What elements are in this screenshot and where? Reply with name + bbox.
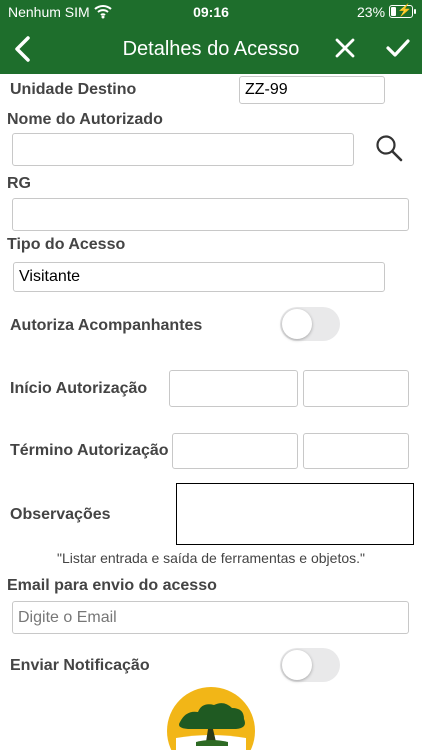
battery-icon: ⚡ bbox=[389, 3, 413, 18]
termino-time-input[interactable] bbox=[303, 433, 409, 469]
autoriza-acompanhantes-label: Autoriza Acompanhantes bbox=[10, 317, 203, 334]
rg-input[interactable] bbox=[12, 198, 409, 231]
tipo-acesso-select[interactable]: Visitante bbox=[13, 262, 385, 292]
unidade-destino-field[interactable]: ZZ-99 bbox=[239, 76, 385, 104]
observacoes-label: Observações bbox=[10, 506, 111, 523]
search-icon[interactable] bbox=[374, 133, 404, 163]
inicio-time-input[interactable] bbox=[303, 370, 409, 407]
nome-autorizado-input[interactable] bbox=[12, 133, 354, 166]
navigation-bar: Detalhes do Acesso bbox=[0, 24, 422, 74]
inicio-autorizacao-label: Início Autorização bbox=[10, 380, 148, 397]
unidade-destino-label: Unidade Destino bbox=[10, 81, 137, 98]
tree-logo-icon bbox=[167, 687, 255, 750]
toggle-knob bbox=[282, 650, 312, 680]
battery-tip bbox=[414, 9, 416, 14]
termino-autorizacao-label: Término Autorização bbox=[10, 442, 169, 459]
observacoes-textarea[interactable] bbox=[176, 483, 414, 545]
rg-label: RG bbox=[7, 175, 31, 192]
page-title: Detalhes do Acesso bbox=[122, 38, 300, 60]
email-label: Email para envio do acesso bbox=[7, 577, 217, 594]
battery-percentage: 23% bbox=[357, 4, 386, 20]
inicio-date-input[interactable] bbox=[169, 370, 298, 407]
status-bar: Nenhum SIM 09:16 23% ⚡ bbox=[0, 0, 422, 24]
enviar-notificacao-toggle[interactable] bbox=[280, 648, 340, 682]
termino-date-input[interactable] bbox=[172, 433, 298, 469]
nome-autorizado-label: Nome do Autorizado bbox=[7, 111, 163, 128]
observacoes-hint: "Listar entrada e saída de ferramentas e… bbox=[56, 550, 365, 566]
tipo-acesso-label: Tipo do Acesso bbox=[7, 236, 126, 253]
toggle-knob bbox=[282, 309, 312, 339]
autoriza-acompanhantes-toggle[interactable] bbox=[280, 307, 340, 341]
email-input[interactable]: Digite o Email bbox=[12, 601, 409, 634]
enviar-notificacao-label: Enviar Notificação bbox=[10, 657, 150, 674]
check-icon[interactable] bbox=[384, 35, 412, 61]
close-icon[interactable] bbox=[332, 35, 358, 61]
